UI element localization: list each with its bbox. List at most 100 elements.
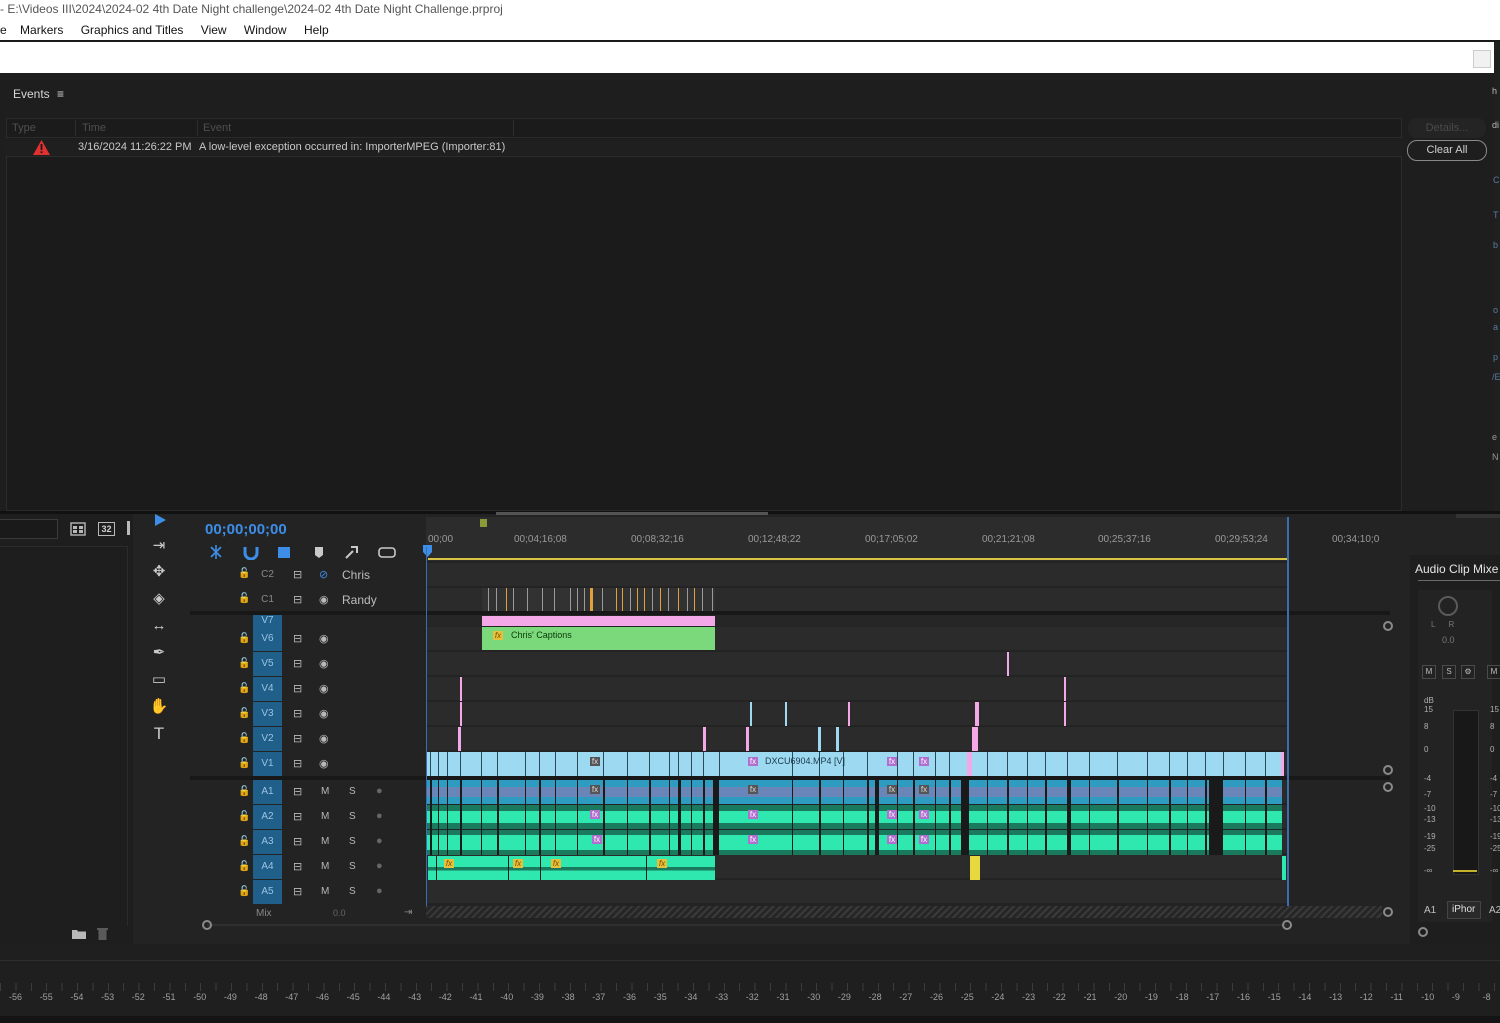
snap-icon[interactable]: [243, 547, 259, 560]
mute-button[interactable]: M: [321, 786, 329, 797]
track-id-label[interactable]: A5: [253, 880, 282, 904]
pan-knob[interactable]: [1438, 596, 1458, 616]
mixer-mute-button-2[interactable]: M: [1487, 665, 1500, 679]
v2-clip[interactable]: [836, 727, 839, 751]
track-id-label[interactable]: A1: [253, 780, 282, 804]
video-scroll-handle-top[interactable]: [1383, 621, 1393, 631]
fader-level-line[interactable]: [1453, 870, 1477, 872]
lock-icon[interactable]: 🔓: [238, 786, 250, 797]
track-select-tool-icon[interactable]: ⇥: [148, 536, 170, 556]
v3-clip[interactable]: [785, 702, 787, 726]
mixer-solo-button[interactable]: S: [1442, 665, 1456, 679]
track-id-label[interactable]: V5: [253, 652, 282, 676]
mixer-mute-button[interactable]: M: [1422, 665, 1436, 679]
menu-item-markers[interactable]: Markers: [20, 20, 63, 40]
mixer-settings-button[interactable]: ⚙: [1461, 665, 1475, 679]
lock-icon[interactable]: 🔓: [238, 683, 250, 694]
mix-value[interactable]: 0.0: [333, 908, 346, 918]
menu-item-window[interactable]: Window: [244, 20, 287, 40]
v4-clip[interactable]: [460, 677, 462, 701]
v7-clip[interactable]: [482, 616, 715, 626]
razor-tool-icon[interactable]: ◈: [148, 589, 170, 609]
project-search-input[interactable]: [0, 519, 58, 539]
solo-button[interactable]: S: [349, 811, 356, 822]
horizontal-scrollbar-track[interactable]: [207, 924, 1287, 926]
volume-fader[interactable]: [1453, 710, 1479, 875]
v4-clip[interactable]: [1064, 677, 1066, 701]
lock-icon[interactable]: 🔓: [238, 658, 250, 669]
microphone-icon[interactable]: ●: [376, 885, 383, 897]
v3-clip[interactable]: [975, 702, 979, 726]
microphone-icon[interactable]: ●: [376, 810, 383, 822]
horizontal-scroll-handle-right[interactable]: [1282, 920, 1292, 930]
lock-icon[interactable]: 🔓: [238, 633, 250, 644]
track-name[interactable]: Randy: [342, 593, 377, 607]
pan-value[interactable]: 0.0: [1442, 635, 1455, 645]
track-id-label[interactable]: V6: [253, 627, 282, 651]
eye-icon[interactable]: ◉: [319, 707, 329, 720]
a4-audio-clip-yellow[interactable]: [970, 856, 980, 880]
track-id-label[interactable]: C2: [253, 563, 282, 587]
v2-clip[interactable]: [458, 727, 461, 751]
captions-graphic-clip[interactable]: fx Chris' Captions: [482, 627, 715, 650]
track-output-icon[interactable]: ⊟: [293, 810, 302, 823]
v3-clip[interactable]: [750, 702, 752, 726]
go-to-end-icon[interactable]: ⇥: [404, 907, 412, 918]
microphone-icon[interactable]: ●: [376, 785, 383, 797]
solo-button[interactable]: S: [349, 861, 356, 872]
v2-clip[interactable]: [818, 727, 821, 751]
playhead-icon[interactable]: [423, 545, 432, 559]
work-area-bar[interactable]: [428, 558, 1288, 560]
delete-icon[interactable]: [97, 927, 108, 940]
eye-icon[interactable]: ◉: [319, 757, 329, 770]
solo-button[interactable]: S: [349, 786, 356, 797]
selection-tool-icon[interactable]: [153, 513, 167, 527]
lock-icon[interactable]: 🔓: [238, 568, 250, 579]
a4-audio-clip-end[interactable]: [1282, 856, 1286, 880]
track-output-icon[interactable]: ⊟: [293, 593, 302, 606]
track-v5-lane[interactable]: [426, 652, 1288, 676]
clear-all-button[interactable]: Clear All: [1407, 140, 1487, 161]
linked-selection-icon[interactable]: [278, 547, 290, 558]
nest-sequence-icon[interactable]: [210, 545, 222, 559]
eye-icon[interactable]: ◉: [319, 632, 329, 645]
menu-item-graphics-and-titles[interactable]: Graphics and Titles: [81, 20, 184, 40]
settings-wrench-icon[interactable]: [345, 546, 358, 559]
lock-icon[interactable]: 🔓: [238, 733, 250, 744]
v3-clip[interactable]: [1064, 702, 1066, 726]
audio-scroll-handle-top[interactable]: [1383, 782, 1393, 792]
track-output-icon[interactable]: ⊟: [293, 785, 302, 798]
track-v3-lane[interactable]: [426, 702, 1288, 726]
v2-clip[interactable]: [972, 727, 978, 751]
lock-icon[interactable]: 🔓: [238, 861, 250, 872]
mute-button[interactable]: M: [321, 886, 329, 897]
new-bin-icon[interactable]: [72, 928, 86, 939]
lock-icon[interactable]: 🔓: [238, 593, 250, 604]
track-id-label[interactable]: A2: [253, 805, 282, 829]
track-id-label[interactable]: V4: [253, 677, 282, 701]
track-v4-lane[interactable]: [426, 677, 1288, 701]
details-button[interactable]: Details...: [1408, 118, 1486, 138]
track-output-icon[interactable]: ⊟: [293, 732, 302, 745]
eye-icon[interactable]: ◉: [319, 682, 329, 695]
track-id-label[interactable]: V7: [253, 615, 282, 627]
lock-icon[interactable]: 🔓: [238, 836, 250, 847]
track-output-icon[interactable]: ⊟: [293, 885, 302, 898]
column-header-type[interactable]: Type: [12, 122, 36, 134]
lock-icon[interactable]: 🔓: [238, 708, 250, 719]
solo-button[interactable]: S: [349, 836, 356, 847]
v1-video-clip[interactable]: fx fx DXCU6904.MP4 [V] fx fx: [427, 752, 1284, 776]
eye-hidden-icon[interactable]: ⊘: [319, 568, 328, 581]
type-tool-icon[interactable]: T: [148, 724, 170, 744]
horizontal-scroll-handle-left[interactable]: [202, 920, 212, 930]
hand-tool-icon[interactable]: ✋: [148, 697, 170, 717]
track-id-label[interactable]: V1: [253, 752, 282, 776]
add-marker-icon[interactable]: [315, 547, 323, 558]
slip-tool-icon[interactable]: ↔: [148, 616, 170, 636]
close-icon[interactable]: [1473, 50, 1491, 68]
column-header-time[interactable]: Time: [82, 122, 106, 134]
menu-item-edit[interactable]: e: [0, 20, 7, 40]
pen-tool-icon[interactable]: ✒: [148, 643, 170, 663]
track-id-label[interactable]: V2: [253, 727, 282, 751]
panel-overflow-icon[interactable]: [127, 521, 130, 535]
